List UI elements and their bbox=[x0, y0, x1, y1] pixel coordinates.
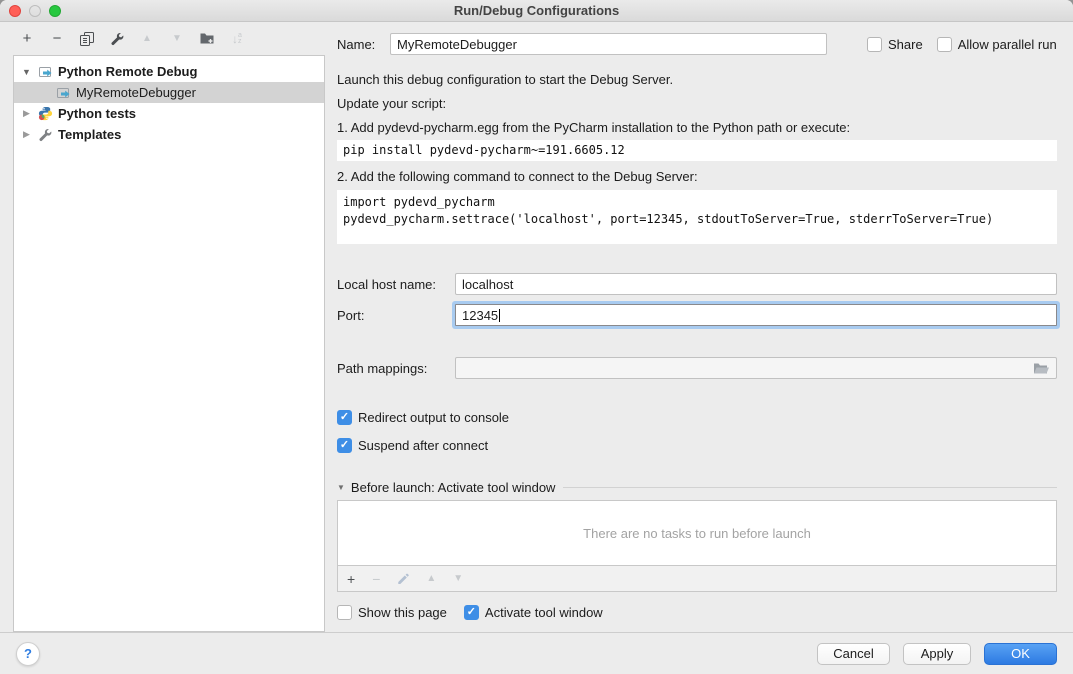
share-option[interactable]: Share bbox=[867, 37, 923, 52]
chevron-expanded-icon[interactable]: ▼ bbox=[21, 67, 32, 77]
before-launch-title: Before launch: Activate tool window bbox=[351, 480, 556, 495]
suspend-after-connect-option[interactable]: ✓ Suspend after connect bbox=[337, 438, 1057, 453]
settrace-code: import pydevd_pycharm pydevd_pycharm.set… bbox=[337, 190, 1057, 244]
chevron-collapsed-icon[interactable]: ▶ bbox=[21, 108, 32, 119]
activate-tool-window-label: Activate tool window bbox=[485, 605, 603, 620]
share-checkbox[interactable] bbox=[867, 37, 882, 52]
path-mappings-label: Path mappings: bbox=[337, 361, 455, 376]
section-divider bbox=[563, 487, 1057, 488]
copy-icon[interactable] bbox=[79, 31, 95, 47]
instruction-line: Update your script: bbox=[337, 96, 1057, 111]
cancel-button[interactable]: Cancel bbox=[817, 643, 890, 665]
remote-debug-config-icon bbox=[55, 85, 71, 101]
configurations-toolbar: + − ▲ ▼ ↓az bbox=[0, 22, 325, 55]
move-up-icon: ▲ bbox=[426, 573, 436, 584]
suspend-after-connect-checkbox[interactable]: ✓ bbox=[337, 438, 352, 453]
path-mappings-input[interactable] bbox=[455, 357, 1057, 379]
redirect-output-label: Redirect output to console bbox=[358, 410, 509, 425]
allow-parallel-run-label: Allow parallel run bbox=[958, 37, 1057, 52]
sort-alpha-icon: ↓az bbox=[229, 31, 245, 47]
tree-item-templates[interactable]: ▶ Templates bbox=[14, 124, 324, 145]
before-launch-section-header[interactable]: ▼ Before launch: Activate tool window bbox=[337, 480, 1057, 495]
tree-item-label: MyRemoteDebugger bbox=[76, 85, 196, 100]
tree-item-myremotedebugger[interactable]: MyRemoteDebugger bbox=[14, 82, 324, 103]
tree-item-label: Python tests bbox=[58, 106, 136, 121]
remove-icon[interactable]: − bbox=[49, 31, 65, 47]
port-label: Port: bbox=[337, 308, 455, 323]
name-label: Name: bbox=[337, 37, 377, 52]
close-icon[interactable] bbox=[9, 5, 21, 17]
tree-item-python-tests[interactable]: ▶ Python tests bbox=[14, 103, 324, 124]
allow-parallel-run-option[interactable]: Allow parallel run bbox=[937, 37, 1057, 52]
tree-item-python-remote-debug[interactable]: ▼ Python Remote Debug bbox=[14, 61, 324, 82]
empty-tasks-message: There are no tasks to run before launch bbox=[583, 526, 811, 541]
redirect-output-option[interactable]: ✓ Redirect output to console bbox=[337, 410, 1057, 425]
run-debug-configurations-dialog: Run/Debug Configurations + − ▲ ▼ ↓az bbox=[0, 0, 1073, 674]
show-this-page-label: Show this page bbox=[358, 605, 447, 620]
edit-defaults-wrench-icon[interactable] bbox=[109, 31, 125, 47]
templates-wrench-icon bbox=[37, 127, 53, 143]
window-title: Run/Debug Configurations bbox=[454, 3, 619, 18]
titlebar: Run/Debug Configurations bbox=[0, 0, 1073, 22]
local-host-name-label: Local host name: bbox=[337, 277, 455, 292]
help-icon: ? bbox=[24, 646, 32, 661]
local-host-name-input[interactable]: localhost bbox=[455, 273, 1057, 295]
help-button[interactable]: ? bbox=[16, 642, 40, 666]
python-tests-icon bbox=[37, 106, 53, 122]
activate-tool-window-checkbox[interactable]: ✓ bbox=[464, 605, 479, 620]
show-this-page-checkbox[interactable] bbox=[337, 605, 352, 620]
configuration-editor: Name: MyRemoteDebugger Share Allow paral… bbox=[325, 22, 1073, 632]
minimize-icon bbox=[29, 5, 41, 17]
browse-folder-icon[interactable] bbox=[1033, 362, 1050, 375]
remove-icon: − bbox=[372, 571, 380, 587]
tree-item-label: Python Remote Debug bbox=[58, 64, 197, 79]
chevron-collapsed-icon[interactable]: ▶ bbox=[21, 129, 32, 140]
tree-item-label: Templates bbox=[58, 127, 121, 142]
add-icon[interactable]: + bbox=[19, 31, 35, 47]
dialog-footer: ? Cancel Apply OK bbox=[0, 632, 1073, 674]
move-up-icon: ▲ bbox=[139, 31, 155, 47]
move-down-icon: ▼ bbox=[453, 573, 463, 584]
allow-parallel-run-checkbox[interactable] bbox=[937, 37, 952, 52]
move-down-icon: ▼ bbox=[169, 31, 185, 47]
share-label: Share bbox=[888, 37, 923, 52]
name-input[interactable]: MyRemoteDebugger bbox=[390, 33, 827, 55]
apply-button[interactable]: Apply bbox=[903, 643, 971, 665]
before-launch-toolbar: + − ▲ ▼ bbox=[337, 566, 1057, 592]
port-input[interactable]: 12345 bbox=[455, 304, 1057, 326]
name-value: MyRemoteDebugger bbox=[397, 37, 517, 52]
remote-debug-config-icon bbox=[37, 64, 53, 80]
before-launch-tasks-list[interactable]: There are no tasks to run before launch bbox=[337, 500, 1057, 566]
redirect-output-checkbox[interactable]: ✓ bbox=[337, 410, 352, 425]
traffic-lights bbox=[9, 5, 61, 17]
pip-install-code: pip install pydevd-pycharm~=191.6605.12 bbox=[337, 140, 1057, 161]
text-caret bbox=[499, 309, 500, 322]
activate-tool-window-option[interactable]: ✓ Activate tool window bbox=[464, 605, 603, 620]
instruction-step-1: 1. Add pydevd-pycharm.egg from the PyCha… bbox=[337, 120, 1057, 135]
chevron-expanded-icon[interactable]: ▼ bbox=[337, 483, 345, 492]
zoom-icon[interactable] bbox=[49, 5, 61, 17]
suspend-after-connect-label: Suspend after connect bbox=[358, 438, 488, 453]
configurations-tree: ▼ Python Remote Debug MyRemoteDebugger ▶ bbox=[13, 55, 325, 632]
new-folder-icon[interactable] bbox=[199, 31, 215, 47]
port-value: 12345 bbox=[462, 308, 498, 323]
local-host-name-value: localhost bbox=[462, 277, 513, 292]
instruction-line: Launch this debug configuration to start… bbox=[337, 72, 1057, 87]
instruction-step-2: 2. Add the following command to connect … bbox=[337, 169, 1057, 184]
configurations-sidebar: + − ▲ ▼ ↓az ▼ bbox=[0, 22, 325, 632]
edit-pencil-icon bbox=[397, 573, 409, 585]
show-this-page-option[interactable]: Show this page bbox=[337, 605, 447, 620]
ok-button[interactable]: OK bbox=[984, 643, 1057, 665]
add-icon[interactable]: + bbox=[347, 571, 355, 587]
